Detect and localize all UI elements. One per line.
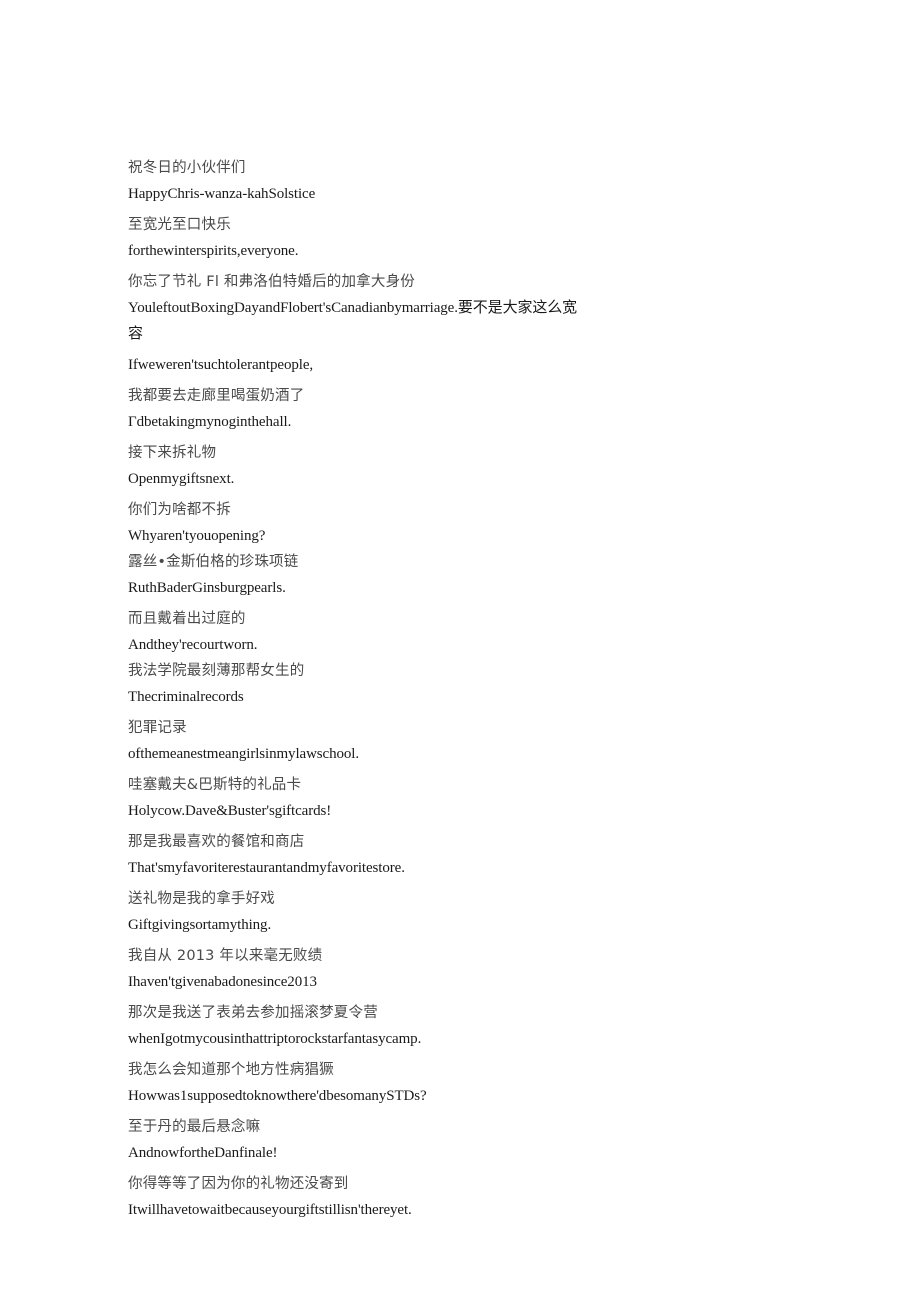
subtitle-line-translation: whenIgotmycousinthattriptorockstarfantas…	[128, 1031, 422, 1047]
subtitle-line-translation: AndnowfortheDanfinale!	[128, 1145, 278, 1161]
subtitle-line-translation: Howwas1supposedtoknowthere'dbesomanySTDs…	[128, 1088, 427, 1104]
subtitle-line-source: 我都要去走廊里喝蛋奶酒了	[128, 388, 305, 404]
document-page: 祝冬日的小伙伴们 HappyChris-wanza-kahSolstice 至宽光至…	[0, 0, 920, 1301]
subtitle-line-translation: Holycow.Dave&Buster'sgiftcards!	[128, 803, 332, 819]
subtitle-cue: 而且戴着出过庭的 Andthey'recourtworn.	[128, 606, 588, 658]
subtitle-line-source: 我法学院最刻薄那帮女生的	[128, 663, 305, 679]
subtitle-line-translation: Andthey'recourtworn.	[128, 637, 258, 653]
subtitle-line-translation: forthewinterspirits,everyone.	[128, 243, 299, 259]
subtitle-line-translation: Ihaven'tgivenabadonesince2013	[128, 974, 317, 990]
subtitle-line-source: 至于丹的最后悬念嘛	[128, 1119, 261, 1135]
subtitle-cue: 露丝•金斯伯格的珍珠项链 RuthBaderGinsburgpearls.	[128, 549, 588, 601]
subtitle-line-source: 那次是我送了表弟去参加摇滚梦夏令营	[128, 1005, 378, 1021]
subtitle-line-source: 而且戴着出过庭的	[128, 611, 246, 627]
subtitle-line-translation: Thecriminalrecords	[128, 689, 244, 705]
subtitle-line-source: 那是我最喜欢的餐馆和商店	[128, 834, 305, 850]
subtitle-cue: 哇塞戴夫&巴斯特的礼品卡 Holycow.Dave&Buster'sgiftcar…	[128, 772, 588, 824]
subtitle-line-translation: HappyChris-wanza-kahSolstice	[128, 186, 316, 202]
subtitle-cue: 我法学院最刻薄那帮女生的 Thecriminalrecords	[128, 658, 588, 710]
subtitle-line-translation: Itwillhavetowaitbecauseyourgiftstillisn'…	[128, 1202, 412, 1218]
subtitle-cue: 送礼物是我的拿手好戏 Giftgivingsortamything.	[128, 886, 588, 938]
subtitle-line-source: 至宽光至口快乐	[128, 217, 231, 233]
subtitle-line-source: 我怎么会知道那个地方性病猖獗	[128, 1062, 334, 1078]
subtitle-line-translation: Ifweweren'tsuchtolerantpeople,	[128, 357, 314, 373]
subtitle-line-translation: YouleftoutBoxingDayandFlobert'sCanadianb…	[128, 300, 578, 342]
subtitle-line-source: 送礼物是我的拿手好戏	[128, 891, 275, 907]
subtitle-line-translation: Γdbetakingmynoginthehall.	[128, 414, 292, 430]
subtitle-line-source: 哇塞戴夫&巴斯特的礼品卡	[128, 777, 302, 793]
subtitle-cue: 那次是我送了表弟去参加摇滚梦夏令营 whenIgotmycousinthattri…	[128, 1000, 588, 1052]
subtitle-cue: Ifweweren'tsuchtolerantpeople,	[128, 352, 588, 378]
subtitle-line-translation: That'smyfavoriterestaurantandmyfavorites…	[128, 860, 405, 876]
subtitle-cue: 至宽光至口快乐 forthewinterspirits,everyone.	[128, 212, 588, 264]
subtitle-cue: 那是我最喜欢的餐馆和商店 That'smyfavoriterestaurantan…	[128, 829, 588, 881]
subtitle-cue: 你得等等了因为你的礼物还没寄到 Itwillhavetowaitbecauseyo…	[128, 1171, 588, 1223]
subtitle-line-source: 你们为啥都不拆	[128, 502, 231, 518]
subtitle-line-translation: Giftgivingsortamything.	[128, 917, 272, 933]
subtitle-line-source: 犯罪记录	[128, 720, 187, 736]
subtitle-line-source: 我自从 2013 年以来毫无败绩	[128, 948, 323, 964]
subtitle-cue: 我都要去走廊里喝蛋奶酒了 Γdbetakingmynoginthehall.	[128, 383, 588, 435]
subtitle-line-source: 接下来拆礼物	[128, 445, 217, 461]
subtitle-line-source: 你忘了节礼 Fl 和弗洛伯特婚后的加拿大身份	[128, 274, 415, 290]
subtitle-cue: 你忘了节礼 Fl 和弗洛伯特婚后的加拿大身份 YouleftoutBoxingDa…	[128, 269, 588, 347]
subtitle-line-translation: ofthemeanestmeangirlsinmylawschool.	[128, 746, 360, 762]
subtitle-cue: 你们为啥都不拆 Whyaren'tyouopening?	[128, 497, 588, 549]
subtitle-line-source: 你得等等了因为你的礼物还没寄到	[128, 1176, 349, 1192]
transcript-body: 祝冬日的小伙伴们 HappyChris-wanza-kahSolstice 至宽光至…	[128, 155, 588, 1228]
subtitle-cue: 祝冬日的小伙伴们 HappyChris-wanza-kahSolstice	[128, 155, 588, 207]
subtitle-cue: 接下来拆礼物 Openmygiftsnext.	[128, 440, 588, 492]
subtitle-line-source: 祝冬日的小伙伴们	[128, 160, 246, 176]
subtitle-cue: 至于丹的最后悬念嘛 AndnowfortheDanfinale!	[128, 1114, 588, 1166]
subtitle-cue: 我怎么会知道那个地方性病猖獗 Howwas1supposedtoknowthere…	[128, 1057, 588, 1109]
subtitle-cue: 我自从 2013 年以来毫无败绩 Ihaven'tgivenabadonesinc…	[128, 943, 588, 995]
subtitle-cue: 犯罪记录 ofthemeanestmeangirlsinmylawschool.	[128, 715, 588, 767]
subtitle-line-translation: Whyaren'tyouopening?	[128, 528, 266, 544]
subtitle-line-translation: Openmygiftsnext.	[128, 471, 235, 487]
subtitle-line-source: 露丝•金斯伯格的珍珠项链	[128, 554, 299, 570]
subtitle-line-translation: RuthBaderGinsburgpearls.	[128, 580, 286, 596]
